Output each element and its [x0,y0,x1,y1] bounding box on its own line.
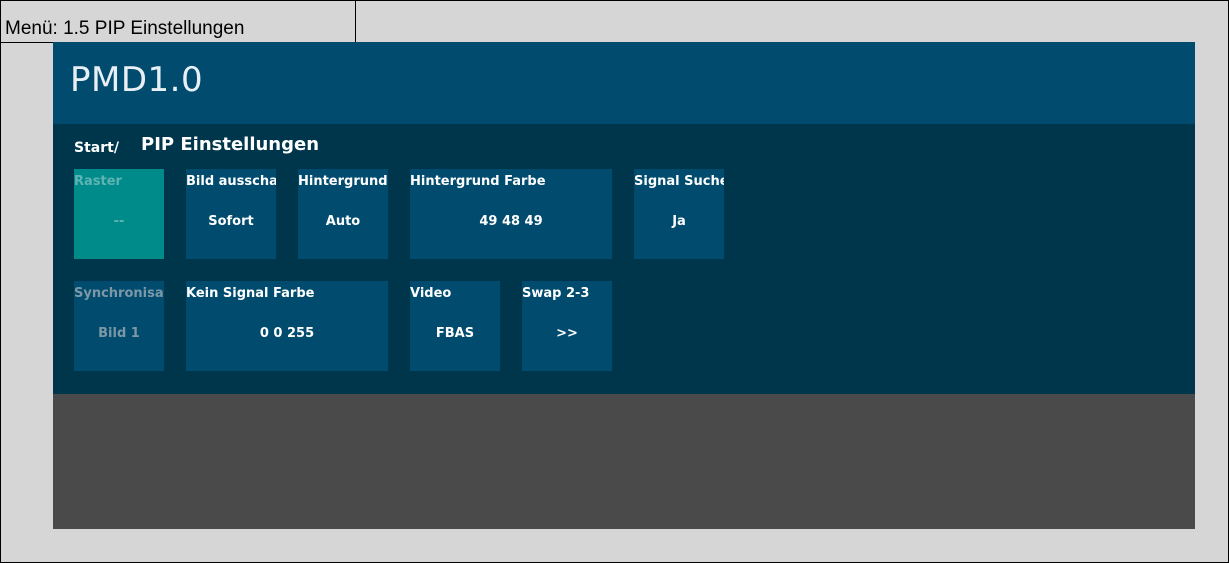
tile-label: Signal Suche [634,174,724,189]
tile-label: Kein Signal Farbe [186,286,315,301]
menu-caption: Menü: 1.5 PIP Einstellungen [0,18,247,43]
settings-panel: Start/ PIP Einstellungen Raster -- Bild … [53,124,1195,394]
tile-raster[interactable]: Raster -- [74,169,164,259]
breadcrumb-start[interactable]: Start/ [74,140,119,156]
document-frame: Menü: 1.5 PIP Einstellungen PMD1.0 Start… [0,0,1229,563]
tile-label: Hintergrund Farbe [410,174,546,189]
tile-value: Ja [672,214,686,229]
tile-label: Hintergrund [298,174,388,189]
tile-value: FBAS [435,326,475,341]
tile-value: Auto [325,214,361,229]
tile-hintergrund[interactable]: Hintergrund Auto [298,169,388,259]
tile-value: Bild 1 [98,326,140,341]
tile-kein-signal-farbe[interactable]: Kein Signal Farbe 0 0 255 [186,281,388,371]
app-header: PMD1.0 [53,42,1195,124]
tile-value: 0 0 255 [259,326,315,341]
tile-swap-2-3[interactable]: Swap 2-3 >> [522,281,612,371]
tile-bild-ausschalten[interactable]: Bild ausschalten Sofort [186,169,276,259]
tile-signal-suche[interactable]: Signal Suche Ja [634,169,724,259]
page-title: PIP Einstellungen [141,134,320,155]
tile-value: -- [113,214,125,229]
tile-label: Raster [74,174,122,189]
app-title: PMD1.0 [70,60,204,100]
tile-video[interactable]: Video FBAS [410,281,500,371]
tile-hintergrund-farbe[interactable]: Hintergrund Farbe 49 48 49 [410,169,612,259]
tile-value: 49 48 49 [479,214,543,229]
tile-value: Sofort [208,214,254,229]
tile-label: Bild ausschalten [186,174,276,189]
tile-label: Video [410,286,452,301]
tile-label: Synchronisation [74,286,164,301]
tile-label: Swap 2-3 [522,286,590,301]
device-screen: PMD1.0 Start/ PIP Einstellungen Raster -… [53,42,1195,529]
tile-synchronisation[interactable]: Synchronisation Bild 1 [74,281,164,371]
tile-value: >> [556,326,578,341]
